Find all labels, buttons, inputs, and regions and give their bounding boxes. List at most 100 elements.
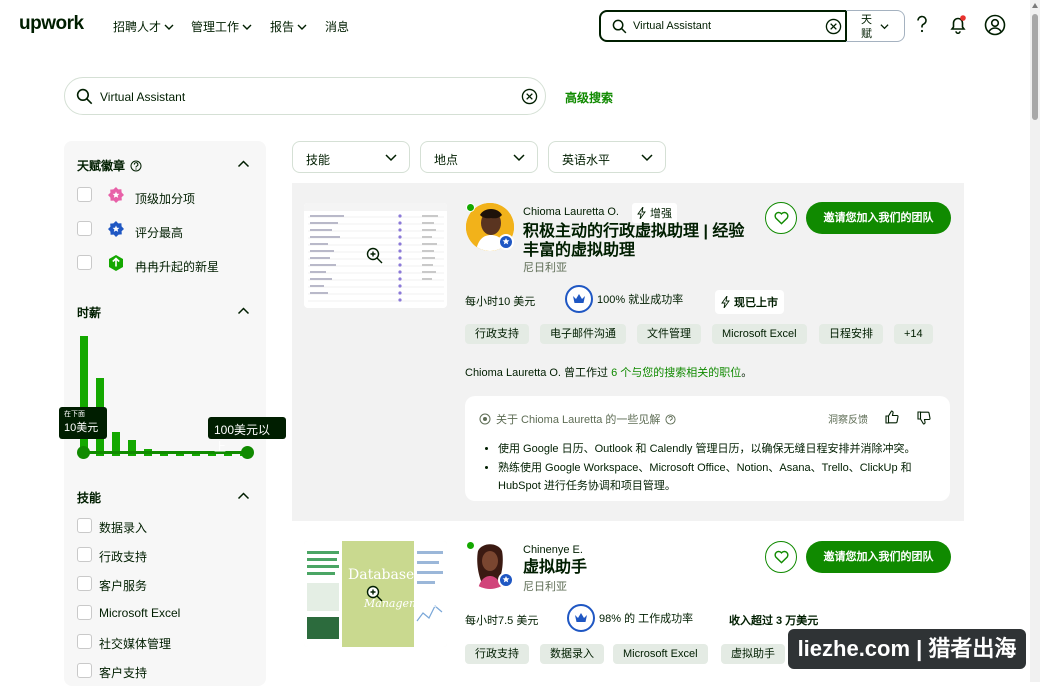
badge-rising-talent-label: 冉冉升起的新星: [135, 260, 220, 274]
boosted-label: 增强: [650, 208, 672, 220]
english-level-filter-dropdown[interactable]: 英语水平: [548, 141, 666, 173]
portfolio-thumbnail[interactable]: [304, 203, 447, 308]
hourly-rate-title[interactable]: 时薪: [77, 304, 101, 321]
location-filter-dropdown[interactable]: 地点: [420, 141, 538, 173]
skill-tag[interactable]: 文件管理: [637, 324, 701, 344]
badge-rising-talent-checkbox[interactable]: [77, 255, 92, 270]
advanced-search-link[interactable]: 高级搜索: [565, 89, 613, 106]
freelancer-title[interactable]: 积极主动的行政虚拟助理 | 经验 丰富的虚拟助理: [523, 222, 744, 260]
heart-icon: [774, 550, 789, 564]
nav-hire-talent[interactable]: 招聘人才: [113, 18, 174, 35]
rate-min-value: 10美元: [64, 422, 99, 434]
help-icon[interactable]: [913, 14, 931, 34]
related-jobs-text: Chioma Lauretta O. 曾工作过 6 个与您的搜索相关的职位。: [465, 364, 752, 380]
nav-messages[interactable]: 消息: [325, 18, 349, 35]
clear-icon[interactable]: [521, 88, 538, 105]
clear-icon[interactable]: [825, 18, 842, 35]
total-earnings: 收入超过 3 万美元: [729, 615, 819, 627]
chevron-up-icon[interactable]: [237, 306, 250, 316]
related-jobs-prefix: Chioma Lauretta O. 曾工作过: [465, 367, 612, 379]
skill-tag[interactable]: 行政支持: [465, 644, 529, 664]
nav-reports[interactable]: 报告: [270, 18, 307, 35]
insights-header: 关于 Chioma Lauretta 的一些见解: [479, 411, 676, 427]
invite-to-job-button[interactable]: 邀请您加入我们的团队: [806, 541, 951, 573]
chevron-up-icon[interactable]: [237, 159, 250, 169]
freelancer-name[interactable]: Chioma Lauretta O.: [523, 206, 619, 218]
freelancer-location: 尼日利亚: [523, 581, 567, 593]
help-icon[interactable]: [130, 160, 142, 172]
crown-badge-icon: [565, 285, 593, 313]
heart-icon: [774, 211, 789, 225]
thumbs-up-icon[interactable]: [885, 410, 899, 424]
skill-tag[interactable]: Microsoft Excel: [613, 644, 708, 664]
skill-tag[interactable]: 日程安排: [819, 324, 883, 344]
online-status-indicator: [466, 203, 475, 212]
skills-filter-title[interactable]: 技能: [77, 489, 101, 506]
hourly-rate: 每小时7.5 美元: [465, 615, 539, 627]
user-avatar-icon[interactable]: [984, 14, 1006, 36]
info-icon[interactable]: [665, 413, 676, 425]
save-freelancer-button[interactable]: [765, 202, 797, 234]
top-navigation: upwork 招聘人才 管理工作 报告 消息 Virtual Assistant…: [0, 0, 1040, 52]
skill-data-entry-checkbox[interactable]: [77, 518, 92, 533]
badge-top-rated-checkbox[interactable]: [77, 221, 92, 236]
notification-bell-icon[interactable]: [948, 14, 968, 34]
zoom-icon[interactable]: [366, 585, 383, 602]
related-jobs-link[interactable]: 6 个与您的搜索相关的职位: [611, 367, 741, 379]
english-level-filter-label: 英语水平: [562, 153, 611, 167]
skill-social-media-checkbox[interactable]: [77, 634, 92, 649]
insights-panel: 关于 Chioma Lauretta 的一些见解 洞察反馈 使用 Google …: [465, 396, 950, 501]
scrollbar-thumb[interactable]: [1032, 14, 1038, 120]
portfolio-thumbnail[interactable]: Database Management: [304, 541, 447, 647]
rate-slider-min-handle[interactable]: [77, 446, 90, 459]
page-scrollbar[interactable]: [1030, 0, 1040, 682]
top-rated-plus-badge-icon: [108, 187, 124, 203]
search-icon: [612, 19, 627, 34]
skill-admin-support-checkbox[interactable]: [77, 547, 92, 562]
save-freelancer-button[interactable]: [765, 541, 797, 573]
skills-filter-label: 技能: [306, 153, 331, 167]
skills-filter-dropdown[interactable]: 技能: [292, 141, 410, 173]
freelancer-title[interactable]: 虚拟助手: [523, 558, 587, 577]
main-search-input[interactable]: Virtual Assistant: [64, 77, 546, 115]
nav-manage-work[interactable]: 管理工作: [191, 18, 252, 35]
nav-manage-work-label: 管理工作: [191, 20, 240, 34]
chevron-down-icon: [385, 154, 397, 162]
chevron-up-icon[interactable]: [237, 491, 250, 501]
more-skills-tag[interactable]: +14: [894, 324, 933, 344]
search-scope-label: 天赋: [861, 14, 872, 40]
skill-customer-support-checkbox[interactable]: [77, 663, 92, 678]
skill-tag[interactable]: 电子邮件沟通: [540, 324, 626, 344]
freelancer-title-line-2: 丰富的虚拟助理: [523, 242, 636, 259]
skill-tag[interactable]: 数据录入: [540, 644, 604, 664]
skill-tag[interactable]: 行政支持: [465, 324, 529, 344]
skill-customer-service-checkbox[interactable]: [77, 576, 92, 591]
upwork-logo[interactable]: upwork: [19, 13, 84, 35]
talent-badges-header[interactable]: 天赋徽章: [77, 157, 142, 174]
freelancer-title-line-1: 积极主动的行政虚拟助理 | 经验: [523, 223, 745, 240]
insight-item: 使用 Google 日历、Outlook 和 Calendly 管理日历，以确保…: [498, 440, 943, 458]
online-status-indicator: [466, 541, 475, 550]
header-search-input[interactable]: Virtual Assistant: [599, 10, 847, 42]
skill-tag[interactable]: Microsoft Excel: [712, 324, 807, 344]
availability-label: 现已上市: [734, 297, 778, 309]
freelancer-name[interactable]: Chinenye E.: [523, 544, 583, 556]
skill-excel-checkbox[interactable]: [77, 605, 92, 620]
badge-top-rated-plus-checkbox[interactable]: [77, 187, 92, 202]
insights-title: 关于 Chioma Lauretta 的一些见解: [496, 414, 661, 426]
job-success-label: 98% 的 工作成功率: [599, 613, 694, 625]
scroll-up-arrow-icon[interactable]: [1032, 3, 1038, 8]
crown-badge-icon: [567, 604, 595, 632]
watermark: liezhe.com | 猎者出海: [788, 629, 1026, 669]
zoom-icon[interactable]: [366, 247, 383, 264]
skill-option-label: 社交媒体管理: [99, 637, 172, 651]
related-jobs-suffix: 。: [741, 367, 753, 379]
freelancer-location: 尼日利亚: [523, 262, 567, 274]
invite-to-job-button[interactable]: 邀请您加入我们的团队: [806, 202, 951, 234]
rate-slider-max-handle[interactable]: [241, 446, 254, 459]
thumbs-down-icon[interactable]: [917, 411, 931, 425]
skill-tag[interactable]: 虚拟助手: [721, 644, 785, 664]
search-scope-dropdown[interactable]: 天赋: [846, 10, 905, 42]
chevron-down-icon: [641, 154, 653, 162]
rate-min-caption: 在下面: [64, 411, 85, 418]
